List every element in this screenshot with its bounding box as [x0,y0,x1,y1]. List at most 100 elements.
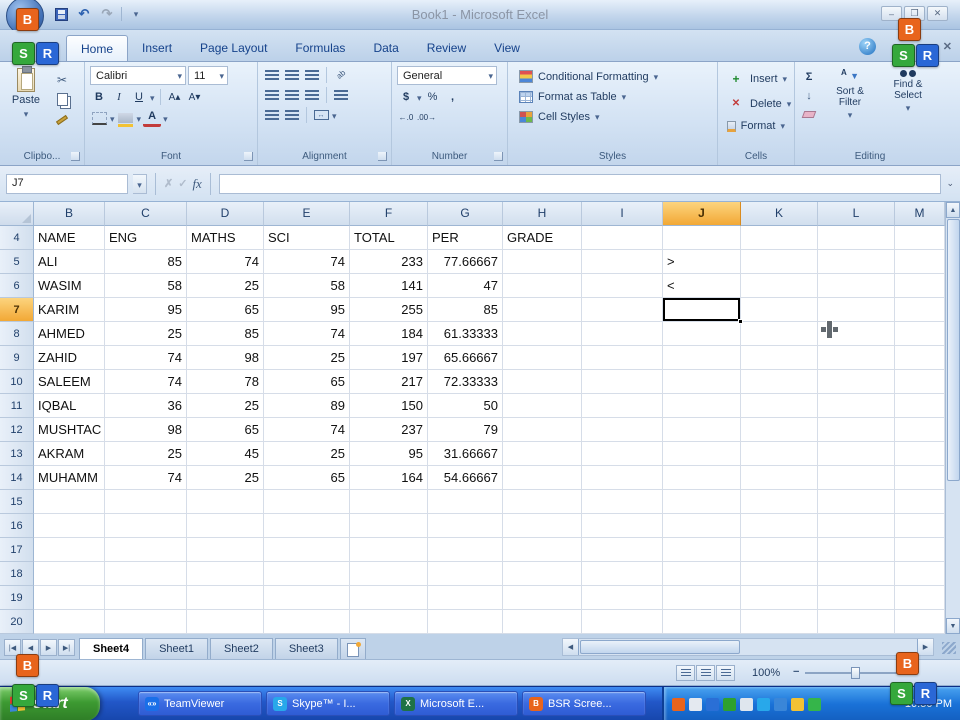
next-sheet-icon[interactable]: ▶ [40,639,57,656]
cell-B16[interactable] [34,514,105,538]
cell-I17[interactable] [582,538,663,562]
cell-G12[interactable]: 79 [428,418,503,442]
cell-M5[interactable] [895,250,945,274]
column-header-C[interactable]: C [105,202,187,226]
row-header-9[interactable]: 9 [0,346,34,370]
cell-K18[interactable] [741,562,818,586]
row-header-12[interactable]: 12 [0,418,34,442]
cell-K5[interactable] [741,250,818,274]
find-select-button[interactable]: Find & Select [882,68,934,123]
cell-B18[interactable] [34,562,105,586]
cell-M15[interactable] [895,490,945,514]
column-header-D[interactable]: D [187,202,264,226]
cell-J15[interactable] [663,490,741,514]
cell-C6[interactable]: 58 [105,274,187,298]
cell-H15[interactable] [503,490,582,514]
cell-F20[interactable] [350,610,428,634]
selection-fill-handle[interactable] [738,319,743,324]
cell-J16[interactable] [663,514,741,538]
cell-M6[interactable] [895,274,945,298]
cell-E7[interactable]: 95 [264,298,350,322]
cell-G17[interactable] [428,538,503,562]
normal-view-icon[interactable] [676,665,695,681]
cell-E12[interactable]: 74 [264,418,350,442]
cell-F16[interactable] [350,514,428,538]
cell-C16[interactable] [105,514,187,538]
cell-C14[interactable]: 74 [105,466,187,490]
cell-C9[interactable]: 74 [105,346,187,370]
cell-E19[interactable] [264,586,350,610]
taskbar-task-bsr-scree[interactable]: B BSR Scree... [522,691,646,716]
font-size-combo[interactable]: 11 [188,66,228,85]
italic-button[interactable]: I [110,89,128,106]
cell-L13[interactable] [818,442,895,466]
cell-L8[interactable] [818,322,895,346]
number-dialog-launcher[interactable] [494,152,503,161]
horizontal-scrollbar[interactable]: ◀ ▶ [562,638,934,656]
cell-D10[interactable]: 78 [187,370,264,394]
cell-M8[interactable] [895,322,945,346]
row-header-6[interactable]: 6 [0,274,34,298]
cell-L17[interactable] [818,538,895,562]
cell-F4[interactable]: TOTAL [350,226,428,250]
cell-H18[interactable] [503,562,582,586]
cell-D6[interactable]: 25 [187,274,264,298]
cell-C10[interactable]: 74 [105,370,187,394]
cell-D12[interactable]: 65 [187,418,264,442]
cell-B12[interactable]: MUSHTAC [34,418,105,442]
column-header-F[interactable]: F [350,202,428,226]
cell-M17[interactable] [895,538,945,562]
cell-F12[interactable]: 237 [350,418,428,442]
cell-C17[interactable] [105,538,187,562]
column-header-I[interactable]: I [582,202,663,226]
bold-button[interactable]: B [90,89,108,106]
cell-B8[interactable]: AHMED [34,322,105,346]
cell-K13[interactable] [741,442,818,466]
row-header-14[interactable]: 14 [0,466,34,490]
cell-D18[interactable] [187,562,264,586]
tab-review[interactable]: Review [413,35,480,61]
shrink-font-button[interactable] [186,89,204,106]
cell-H5[interactable] [503,250,582,274]
cell-G5[interactable]: 77.66667 [428,250,503,274]
cell-J11[interactable] [663,394,741,418]
fill-color-button[interactable] [117,110,135,127]
cell-D14[interactable]: 25 [187,466,264,490]
cell-L16[interactable] [818,514,895,538]
cell-J13[interactable] [663,442,741,466]
cell-K11[interactable] [741,394,818,418]
cell-D17[interactable] [187,538,264,562]
cell-H7[interactable] [503,298,582,322]
cell-H14[interactable] [503,466,582,490]
cell-E4[interactable]: SCI [264,226,350,250]
currency-button[interactable]: $ [397,89,415,106]
borders-button[interactable] [90,110,108,127]
align-bottom-button[interactable] [303,66,321,83]
column-header-M[interactable]: M [895,202,945,226]
align-right-button[interactable] [303,86,321,103]
borders-dropdown-arrow-icon[interactable] [110,109,115,127]
cell-B10[interactable]: SALEEM [34,370,105,394]
tab-insert[interactable]: Insert [128,35,186,61]
cell-G6[interactable]: 47 [428,274,503,298]
merge-dropdown-arrow-icon[interactable] [332,106,337,124]
cell-K7[interactable] [741,298,818,322]
cell-E9[interactable]: 25 [264,346,350,370]
cell-I19[interactable] [582,586,663,610]
cell-H19[interactable] [503,586,582,610]
cell-K19[interactable] [741,586,818,610]
sheet-tab-sheet4[interactable]: Sheet4 [79,638,144,659]
sheet-tab-sheet2[interactable]: Sheet2 [209,638,273,659]
cell-H16[interactable] [503,514,582,538]
align-left-button[interactable] [263,86,281,103]
cell-D16[interactable] [187,514,264,538]
name-box[interactable]: J7 [6,173,128,194]
cell-B15[interactable] [34,490,105,514]
cell-E10[interactable]: 65 [264,370,350,394]
row-header-15[interactable]: 15 [0,490,34,514]
cell-K4[interactable] [741,226,818,250]
name-box-dropdown-arrow-icon[interactable] [133,173,147,194]
cell-J5[interactable]: > [663,250,741,274]
cell-L19[interactable] [818,586,895,610]
cell-L10[interactable] [818,370,895,394]
